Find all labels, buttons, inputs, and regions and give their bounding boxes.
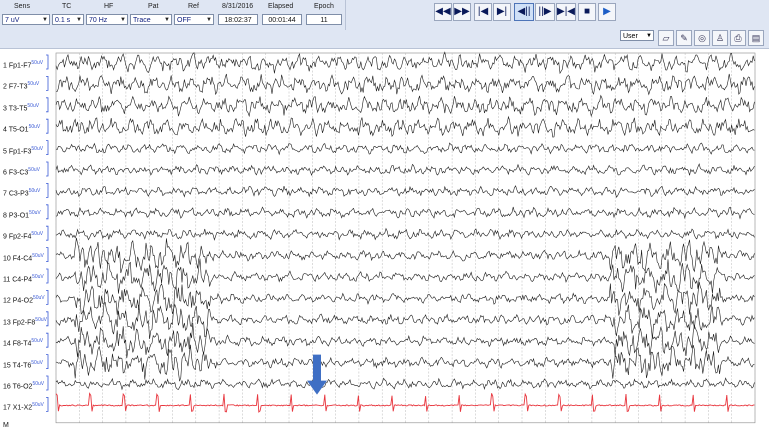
eeg-trace xyxy=(55,301,755,339)
ref-value: OFF xyxy=(177,17,191,24)
chevron-down-icon: ▼ xyxy=(42,17,48,23)
rewind-icon: ◀◀ xyxy=(435,6,451,17)
chevron-down-icon: ▼ xyxy=(120,17,126,23)
pat-select[interactable]: Trace ▼ xyxy=(130,14,172,25)
print-icon: ⎙ xyxy=(734,33,742,43)
clock-time: 18:02:37 xyxy=(218,14,258,25)
user-value: User xyxy=(623,33,638,40)
divider xyxy=(345,0,346,30)
elapsed-time: 00:01:44 xyxy=(262,14,302,25)
skip-end-button[interactable]: ▶| xyxy=(493,3,511,21)
hf-value: 70 Hz xyxy=(89,17,108,24)
calibration-bracket xyxy=(46,397,49,412)
calibration-bracket xyxy=(46,354,49,369)
fast-forward-icon: ▶▶ xyxy=(454,6,470,17)
print-button[interactable]: ⎙ xyxy=(730,30,746,46)
target-button[interactable]: ◎ xyxy=(694,30,710,46)
play-icon: ▶ xyxy=(603,6,611,17)
pen-button[interactable]: ✎ xyxy=(676,30,692,46)
skip-start-button[interactable]: |◀ xyxy=(474,3,492,21)
chevron-down-icon: ▼ xyxy=(206,17,212,23)
epoch-label: Epoch xyxy=(314,3,334,10)
eraser-icon: ▱ xyxy=(662,33,670,43)
eeg-trace xyxy=(56,73,755,96)
eeg-trace xyxy=(55,377,755,391)
stop-button[interactable]: ■ xyxy=(578,3,596,21)
seek-center-button[interactable]: ▶|◀ xyxy=(556,3,576,21)
sens-select[interactable]: 7 uV ▼ xyxy=(2,14,50,25)
tc-label: TC xyxy=(62,3,72,10)
eeg-trace xyxy=(55,51,755,75)
calibration-bracket xyxy=(46,332,49,348)
recording-date: 8/31/2016 xyxy=(222,3,254,10)
person-button[interactable]: ♙ xyxy=(712,30,728,46)
annotation-arrow-icon xyxy=(307,354,327,395)
person-icon: ♙ xyxy=(715,33,725,43)
eeg-trace xyxy=(55,227,755,241)
tc-value: 0.1 s xyxy=(55,17,71,24)
hf-select[interactable]: 70 Hz ▼ xyxy=(86,14,128,25)
fast-forward-button[interactable]: ▶▶ xyxy=(453,3,471,21)
eeg-trace xyxy=(55,258,755,294)
target-icon: ◎ xyxy=(698,33,706,43)
epoch-number: 11 xyxy=(306,14,342,25)
calibration-bracket xyxy=(46,290,49,305)
top-toolbar: Sens 7 uV ▼ TC 0.1 s ▼ HF 70 Hz ▼ Pat Trace… xyxy=(0,0,769,49)
calibration-bracket xyxy=(46,204,49,220)
calibration-bracket xyxy=(46,118,49,134)
ecg-trace xyxy=(55,392,755,413)
user-select[interactable]: User ▼ xyxy=(620,30,654,41)
stop-icon: ■ xyxy=(583,6,591,17)
print-setup-icon: ▤ xyxy=(751,33,761,43)
calibration-bracket xyxy=(46,375,49,391)
eeg-trace xyxy=(55,115,755,138)
step-forward-button[interactable]: ||▶ xyxy=(535,3,555,21)
elapsed-label: Elapsed xyxy=(268,3,294,10)
calibration-bracket xyxy=(46,225,49,241)
calibration-bracket xyxy=(46,183,49,198)
rewind-button[interactable]: ◀◀ xyxy=(434,3,452,21)
hf-label: HF xyxy=(104,3,114,10)
play-button[interactable]: ▶ xyxy=(598,3,616,21)
eeg-trace xyxy=(55,281,755,316)
calibration-bracket xyxy=(46,268,49,284)
ref-label: Ref xyxy=(188,3,199,10)
pat-label: Pat xyxy=(148,3,159,10)
pen-icon: ✎ xyxy=(680,33,688,43)
step-forward-icon: ||▶ xyxy=(538,6,552,17)
eeg-trace xyxy=(55,322,755,359)
print-setup-button[interactable]: ▤ xyxy=(748,30,764,46)
eeg-traces xyxy=(46,51,756,424)
calibration-bracket xyxy=(46,140,49,155)
step-back-icon: ◀|| xyxy=(517,6,531,17)
eeg-trace xyxy=(55,206,755,220)
sens-label: Sens xyxy=(14,3,30,10)
calibration-bracket xyxy=(46,76,49,91)
eeg-trace xyxy=(55,237,755,274)
eeg-trace xyxy=(55,142,755,156)
eeg-trace xyxy=(55,94,755,118)
eeg-trace xyxy=(55,163,755,176)
pat-value: Trace xyxy=(133,17,151,24)
calibration-bracket xyxy=(46,311,49,327)
ref-select[interactable]: OFF ▼ xyxy=(174,14,214,25)
tc-select[interactable]: 0.1 s ▼ xyxy=(52,14,84,25)
seek-center-icon: ▶|◀ xyxy=(557,6,575,17)
step-back-button[interactable]: ◀|| xyxy=(514,3,534,21)
calibration-bracket xyxy=(46,161,49,177)
chevron-down-icon: ▼ xyxy=(76,17,82,23)
skip-end-icon: ▶| xyxy=(496,6,508,17)
calibration-bracket xyxy=(46,247,49,262)
eeg-montage-view[interactable]: 1 Fp1-F750uV 2 F7-T350uV 3 T3-T550uV 4 T5-O… xyxy=(0,50,769,429)
calibration-bracket xyxy=(46,54,49,70)
eeg-trace xyxy=(55,185,755,198)
chevron-down-icon: ▼ xyxy=(164,17,170,23)
skip-start-icon: |◀ xyxy=(477,6,489,17)
eraser-button[interactable]: ▱ xyxy=(658,30,674,46)
chevron-down-icon: ▼ xyxy=(646,33,652,39)
sens-value: 7 uV xyxy=(5,17,20,24)
calibration-bracket xyxy=(46,97,49,113)
